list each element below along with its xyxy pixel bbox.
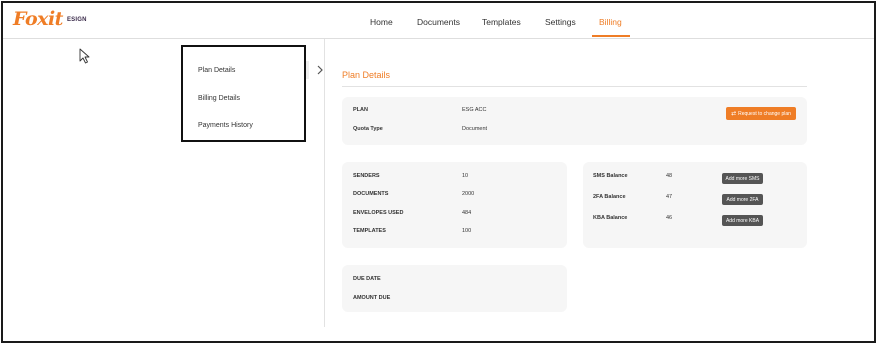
sidebar-menu: Plan Details Billing Details Payments Hi… (181, 45, 306, 142)
top-header: Foxit ESIGN Home Documents Templates Set… (3, 3, 874, 39)
request-change-plan-button[interactable]: ⇄ Request to change plan (726, 107, 796, 120)
senders-value: 10 (462, 173, 469, 179)
kba-balance-value: 46 (666, 215, 673, 221)
sms-balance-value: 48 (666, 173, 673, 179)
add-more-kba-button[interactable]: Add more KBA (722, 215, 763, 226)
plan-card: PLAN ESG ACC Quota Type Document (342, 97, 807, 145)
nav-billing[interactable]: Billing (599, 17, 622, 27)
sidebar-item-plan-details[interactable]: Plan Details (198, 67, 235, 74)
swap-icon: ⇄ (731, 111, 737, 117)
envelopes-used-label: ENVELOPES USED (353, 210, 404, 216)
2fa-balance-label: 2FA Balance (593, 194, 626, 200)
nav-active-indicator (592, 35, 630, 37)
due-date-label: DUE DATE (353, 276, 381, 282)
amount-due-label: AMOUNT DUE (353, 295, 391, 301)
balance-card: SMS Balance 48 2FA Balance 47 KBA Balanc… (583, 162, 807, 248)
app-window: Foxit ESIGN Home Documents Templates Set… (1, 1, 876, 343)
main-nav: Home Documents Templates Settings Billin… (3, 3, 874, 39)
documents-value: 2000 (462, 191, 475, 197)
nav-home[interactable]: Home (370, 17, 393, 27)
mouse-cursor-icon (79, 48, 90, 64)
quota-type-label: Quota Type (353, 126, 383, 132)
nav-templates[interactable]: Templates (482, 17, 521, 27)
page-title: Plan Details (342, 70, 391, 80)
kba-balance-label: KBA Balance (593, 215, 628, 221)
vertical-divider (324, 39, 325, 327)
usage-card: SENDERS 10 DOCUMENTS 2000 ENVELOPES USED… (342, 162, 567, 248)
title-divider (342, 86, 807, 87)
senders-label: SENDERS (353, 173, 380, 179)
due-card: DUE DATE AMOUNT DUE (342, 265, 567, 312)
nav-settings[interactable]: Settings (545, 17, 576, 27)
add-more-sms-button[interactable]: Add more SMS (722, 173, 763, 184)
request-change-plan-label: Request to change plan (738, 110, 791, 117)
plan-value: ESG ACC (462, 107, 487, 113)
add-more-2fa-button[interactable]: Add more 2FA (722, 194, 763, 205)
sidebar-item-payments-history[interactable]: Payments History (198, 122, 253, 129)
documents-label: DOCUMENTS (353, 191, 389, 197)
envelopes-used-value: 484 (462, 210, 472, 216)
sidebar-item-billing-details[interactable]: Billing Details (198, 95, 240, 102)
templates-value: 100 (462, 228, 472, 234)
plan-label: PLAN (353, 107, 368, 113)
sms-balance-label: SMS Balance (593, 173, 628, 179)
nav-documents[interactable]: Documents (417, 17, 460, 27)
2fa-balance-value: 47 (666, 194, 673, 200)
quota-type-value: Document (462, 126, 488, 132)
templates-label: TEMPLATES (353, 228, 386, 234)
